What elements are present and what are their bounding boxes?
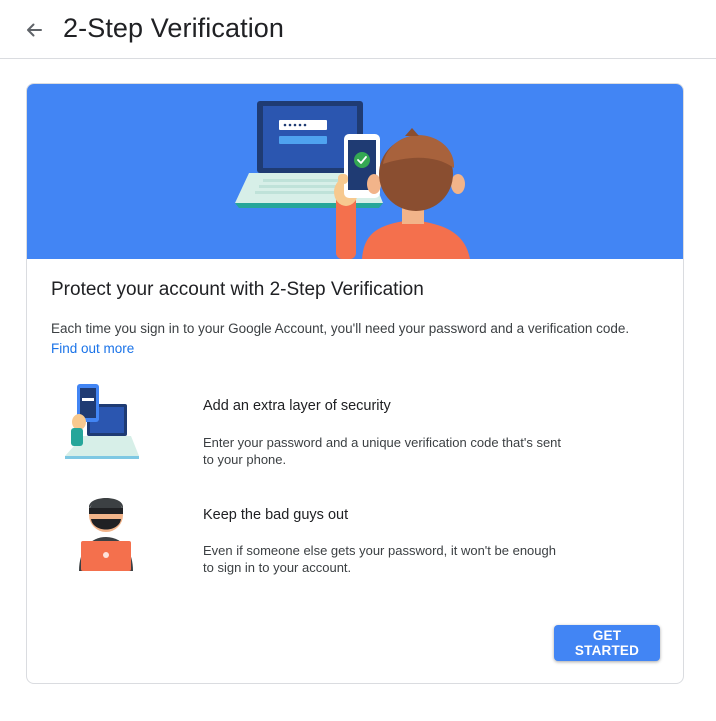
section-heading: Protect your account with 2-Step Verific… [51, 279, 424, 300]
intro-text: Each time you sign in to your Google Acc… [51, 321, 630, 336]
hero-banner [27, 84, 683, 259]
intro-text-block: Each time you sign in to your Google Acc… [51, 319, 651, 359]
feature-title-bad-guys: Keep the bad guys out [203, 507, 349, 523]
get-started-button[interactable]: GET STARTED [554, 625, 660, 661]
app-header: 2-Step Verification [0, 0, 716, 59]
back-button[interactable] [20, 16, 48, 44]
page-title: 2-Step Verification [63, 13, 285, 43]
arrow-back-icon [27, 23, 42, 37]
masked-hacker-illustration [79, 498, 133, 571]
phone-laptop-illustration [65, 384, 139, 459]
hero-illustration [235, 101, 470, 259]
feature-desc-security: Enter your password and a unique verific… [203, 435, 562, 467]
find-out-more-link[interactable]: Find out more [51, 341, 134, 356]
verification-card: Protect your account with 2-Step Verific… [26, 83, 684, 684]
feature-desc-bad-guys: Even if someone else gets your password,… [203, 543, 556, 575]
feature-title-security: Add an extra layer of security [203, 398, 391, 414]
